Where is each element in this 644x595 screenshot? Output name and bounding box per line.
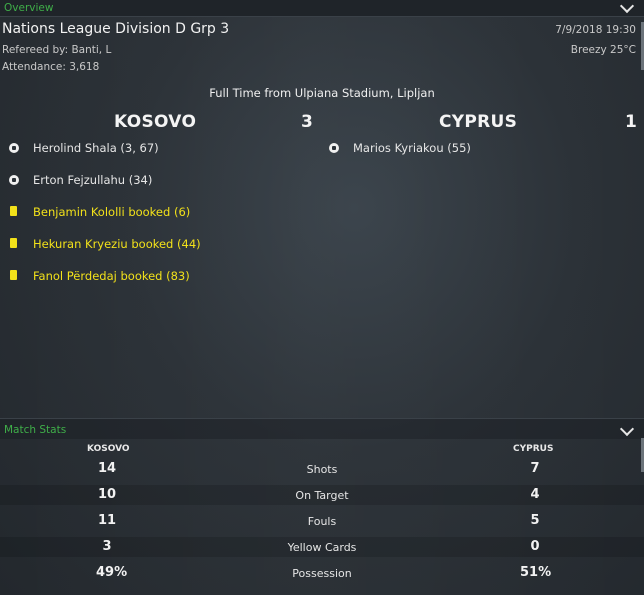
event-text: Herolind Shala (3, 67): [33, 141, 159, 155]
match-stats-label: Match Stats: [4, 424, 67, 436]
yellow-card-icon: [10, 270, 17, 280]
event-text: Fanol Përdedaj booked (83): [33, 269, 190, 283]
event-text: Benjamin Kololli booked (6): [33, 205, 191, 219]
attendance-text: Attendance: 3,618: [2, 61, 100, 73]
stat-home-value: 3: [102, 539, 112, 554]
stat-name: On Target: [295, 489, 349, 502]
referee-text: Refereed by: Banti, L: [2, 44, 112, 56]
stat-home-value: 10: [97, 487, 117, 502]
match-datetime: 7/9/2018 19:30: [555, 24, 636, 36]
yellow-card-icon: [10, 206, 17, 216]
stat-name: Fouls: [307, 515, 337, 528]
goal-event[interactable]: Herolind Shala (3, 67): [9, 140, 309, 156]
stats-home-team: KOSOVO: [87, 444, 130, 454]
event-text: Erton Fejzullahu (34): [33, 173, 153, 187]
stat-row: 10 On Target 4: [0, 485, 644, 505]
home-score: 3: [301, 112, 313, 132]
football-icon: [9, 175, 19, 185]
chevron-down-icon[interactable]: [619, 421, 635, 437]
match-stats-header[interactable]: Match Stats: [0, 418, 644, 439]
football-icon: [329, 143, 339, 153]
yellow-card-icon: [10, 238, 17, 248]
stat-row: 14 Shots 7: [0, 459, 644, 479]
booking-event[interactable]: Hekuran Kryeziu booked (44): [9, 236, 309, 252]
goal-event[interactable]: Erton Fejzullahu (34): [9, 172, 309, 188]
stat-home-value: 11: [97, 513, 117, 528]
stat-away-value: 7: [530, 461, 540, 476]
stat-away-value: 5: [530, 513, 540, 528]
stat-name: Possession: [292, 567, 352, 580]
away-score: 1: [625, 112, 637, 132]
overview-label: Overview: [4, 2, 54, 14]
stat-row: 49% Possession 51%: [0, 563, 644, 583]
stats-away-team: CYPRUS: [513, 444, 554, 454]
stat-row: 11 Fouls 5: [0, 511, 644, 531]
weather-text: Breezy 25°C: [570, 44, 636, 56]
overview-header[interactable]: Overview: [0, 0, 644, 17]
venue-text: Full Time from Ulpiana Stadium, Lipljan: [209, 86, 435, 100]
stat-away-value: 51%: [520, 565, 552, 580]
event-text: Hekuran Kryeziu booked (44): [33, 237, 201, 251]
booking-event[interactable]: Fanol Përdedaj booked (83): [9, 268, 309, 284]
home-team-name[interactable]: KOSOVO: [114, 112, 196, 132]
stat-row: 3 Yellow Cards 0: [0, 537, 644, 557]
stat-home-value: 14: [97, 461, 117, 476]
stat-home-value: 49%: [96, 565, 128, 580]
stat-name: Shots: [306, 463, 338, 476]
goal-event[interactable]: Marios Kyriakou (55): [329, 140, 629, 156]
stat-away-value: 0: [530, 539, 540, 554]
football-icon: [9, 143, 19, 153]
stat-away-value: 4: [530, 487, 540, 502]
chevron-down-icon[interactable]: [619, 0, 635, 14]
event-text: Marios Kyriakou (55): [353, 141, 471, 155]
booking-event[interactable]: Benjamin Kololli booked (6): [9, 204, 309, 220]
match-title: Nations League Division D Grp 3: [2, 21, 230, 37]
stat-name: Yellow Cards: [287, 541, 357, 554]
away-team-name[interactable]: CYPRUS: [439, 112, 517, 132]
